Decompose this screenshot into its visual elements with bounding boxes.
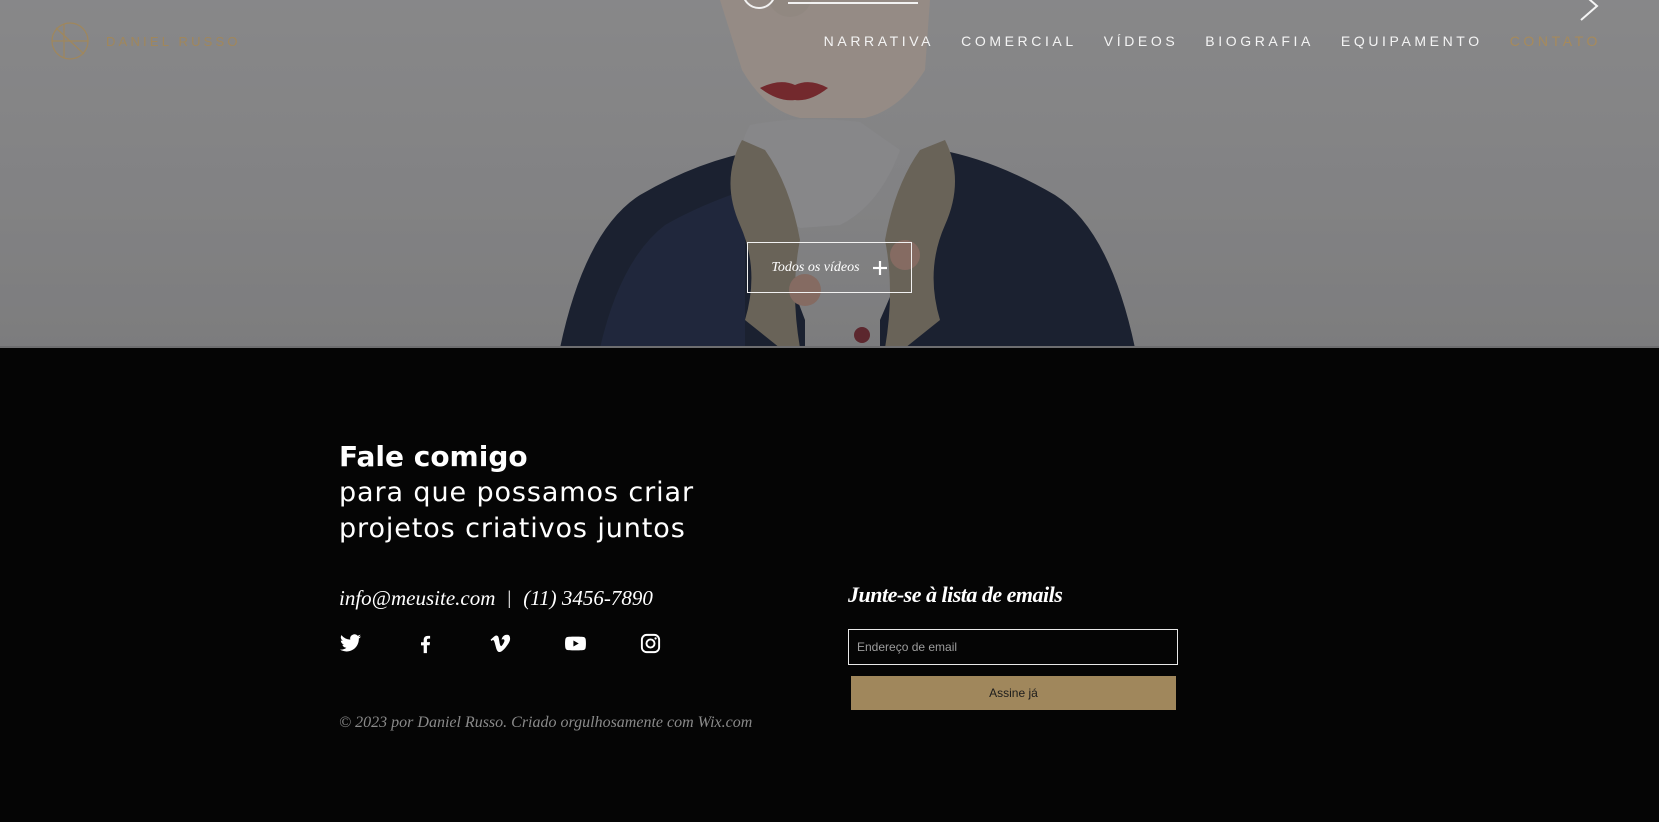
chevron-right-icon[interactable]: [1577, 0, 1601, 22]
facebook-icon[interactable]: [414, 632, 437, 655]
nav-item-videos[interactable]: VÍDEOS: [1104, 33, 1179, 49]
logo-mark-icon: [51, 22, 89, 60]
newsletter-title: Junte-se à lista de emails: [848, 582, 1063, 607]
contact-phone: (11) 3456-7890: [523, 586, 653, 610]
contact-info: info@meusite.com | (11) 3456-7890: [339, 586, 653, 611]
contact-separator: |: [507, 587, 512, 609]
email-input[interactable]: [848, 629, 1178, 665]
main-nav: NARRATIVA COMERCIAL VÍDEOS BIOGRAFIA EQU…: [824, 33, 1601, 49]
nav-item-biografia[interactable]: BIOGRAFIA: [1205, 33, 1314, 49]
nav-item-narrativa[interactable]: NARRATIVA: [824, 33, 934, 49]
twitter-icon[interactable]: [339, 632, 362, 655]
vimeo-icon[interactable]: [489, 632, 512, 655]
all-videos-button[interactable]: Todos os vídeos: [747, 242, 912, 293]
instagram-icon[interactable]: [639, 632, 662, 655]
nav-item-contato[interactable]: CONTATO: [1510, 33, 1601, 49]
contact-footer: Fale comigo para que possamos criar proj…: [0, 348, 1659, 822]
headline-line-1: para que possamos criar: [339, 477, 694, 508]
site-logo[interactable]: DANIEL RUSSO: [50, 21, 241, 61]
social-bar: [339, 632, 662, 655]
contact-headline: Fale comigo para que possamos criar proj…: [339, 439, 694, 547]
contact-email-link[interactable]: info@meusite.com: [339, 586, 495, 611]
subscribe-button[interactable]: Assine já: [851, 676, 1176, 710]
headline-bold: Fale comigo: [339, 440, 528, 473]
hero-dim-overlay: [0, 0, 1659, 348]
youtube-icon[interactable]: [564, 632, 587, 655]
headline-line-2: projetos criativos juntos: [339, 513, 686, 544]
plus-icon: [872, 260, 887, 275]
play-circle-icon[interactable]: [740, 0, 778, 10]
logo-text: DANIEL RUSSO: [106, 33, 241, 49]
hero-video-section: DANIEL RUSSO NARRATIVA COMERCIAL VÍDEOS …: [0, 0, 1659, 348]
copyright-text: © 2023 por Daniel Russo. Criado orgulhos…: [339, 714, 753, 731]
all-videos-label: Todos os vídeos: [771, 259, 860, 275]
nav-item-comercial[interactable]: COMERCIAL: [961, 33, 1077, 49]
nav-item-equipamento[interactable]: EQUIPAMENTO: [1341, 33, 1483, 49]
video-title-underline: [788, 2, 918, 4]
